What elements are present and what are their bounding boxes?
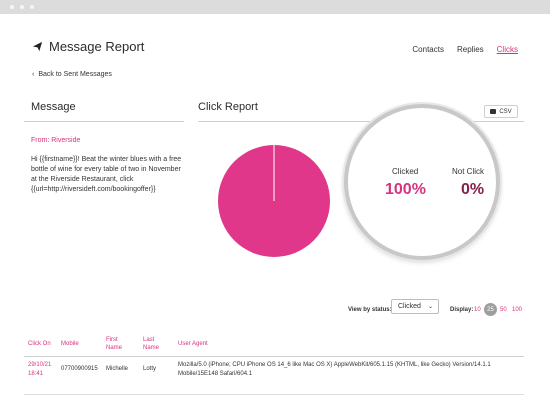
col-user-agent: User Agent — [178, 341, 208, 347]
csv-label: CSV — [499, 108, 512, 115]
clicked-percent: 100% — [385, 181, 426, 198]
row-click-date: 29/10/21 18:41 — [28, 362, 52, 377]
message-body: Hi {{firstname}}! Beat the winter blues … — [31, 156, 182, 193]
chevron-left-icon: ‹ — [32, 71, 35, 78]
click-pie-chart — [218, 145, 330, 257]
click-report-divider — [198, 121, 524, 122]
nav-clicks[interactable]: Clicks — [497, 45, 518, 54]
nav-replies[interactable]: Replies — [457, 45, 484, 54]
back-link-label: Back to Sent Messages — [38, 71, 112, 78]
page-size-50[interactable]: 50 — [500, 307, 507, 313]
display-label: Display: — [450, 307, 474, 313]
page-size-10[interactable]: 10 — [474, 307, 481, 313]
not-clicked-percent: 0% — [461, 181, 485, 198]
table-header-divider — [24, 356, 524, 357]
paper-plane-icon — [32, 41, 43, 52]
col-first-name: First Name — [106, 337, 123, 351]
window-titlebar — [0, 0, 550, 14]
page-size-100[interactable]: 100 — [512, 307, 522, 313]
nav-contacts[interactable]: Contacts — [412, 45, 444, 54]
status-filter-label: View by status: — [348, 307, 392, 313]
page-header: Message Report — [32, 39, 144, 54]
col-click-on: Click On — [28, 341, 51, 347]
download-icon — [490, 109, 497, 114]
col-last-name: Last Name — [143, 337, 160, 351]
table-row-divider — [24, 394, 524, 395]
clicked-label: Clicked — [392, 167, 419, 176]
row-first-name: Michelle — [106, 366, 129, 372]
row-mobile: 07700900915 — [61, 366, 98, 372]
message-from: From: Riverside — [31, 137, 81, 144]
status-select[interactable]: Clicked ⌄ — [391, 299, 439, 314]
back-link[interactable]: ‹ Back to Sent Messages — [32, 71, 112, 78]
report-nav: Contacts Replies Clicks — [412, 45, 518, 54]
window-dot — [10, 5, 14, 9]
magnifier-lens: Clicked 100% Not Click 0% — [344, 104, 500, 260]
window-dot — [20, 5, 24, 9]
page-size-25[interactable]: 25 — [484, 303, 497, 316]
chevron-down-icon: ⌄ — [427, 304, 433, 310]
row-user-agent: Mozilla/5.0 (iPhone; CPU iPhone OS 14_6 … — [178, 362, 491, 377]
status-select-value: Clicked — [398, 303, 421, 310]
row-last-name: Lotty — [143, 366, 157, 372]
not-clicked-label: Not Click — [452, 167, 485, 176]
message-divider — [24, 121, 184, 122]
page: Message Report Contacts Replies Clicks ‹… — [0, 14, 550, 412]
col-mobile: Mobile — [61, 341, 79, 347]
message-section-title: Message — [31, 101, 76, 113]
window-dot — [30, 5, 34, 9]
click-report-title: Click Report — [198, 101, 258, 113]
page-title: Message Report — [49, 39, 145, 54]
csv-export-button[interactable]: CSV — [484, 105, 518, 118]
